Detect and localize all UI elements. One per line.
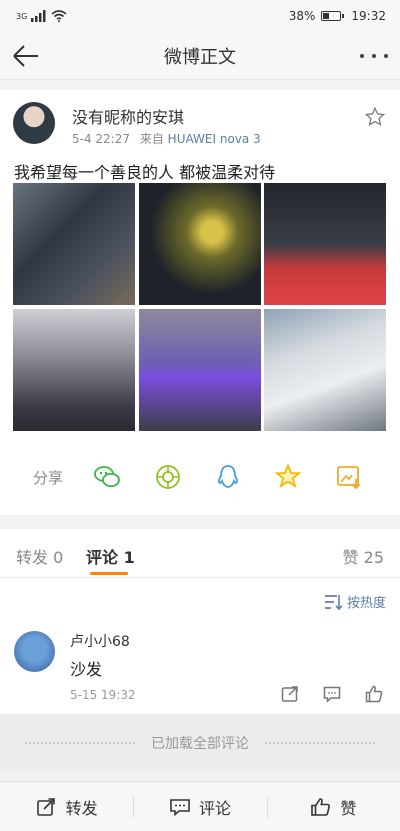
status-bar: 3G 38% 19:32 xyxy=(0,0,400,32)
sort-by-hot-button[interactable]: 按热度 xyxy=(323,592,386,611)
tab-repost[interactable]: 转发 0 xyxy=(16,544,63,568)
thumbs-up-icon xyxy=(311,797,331,816)
comment-like-icon[interactable] xyxy=(364,684,384,704)
comment-text: 沙发 xyxy=(70,660,103,679)
post-image[interactable] xyxy=(264,308,386,431)
battery-percent: 38% xyxy=(288,9,316,23)
comment-label: 评论 xyxy=(198,798,231,818)
qzone-icon[interactable] xyxy=(274,463,302,491)
repost-label: 转发 xyxy=(65,798,98,818)
commenter-avatar[interactable] xyxy=(14,631,55,672)
battery-icon xyxy=(321,11,345,21)
source-device[interactable]: HUAWEI nova 3 xyxy=(168,132,261,146)
comment-reply-icon[interactable] xyxy=(322,684,342,704)
bottom-action-bar: 转发 评论 赞 xyxy=(0,781,400,831)
source-prefix: 来自 xyxy=(139,132,164,146)
repost-icon xyxy=(36,797,55,816)
post-date: 5-4 22:27 xyxy=(72,132,130,146)
save-image-icon[interactable] xyxy=(335,463,363,491)
signal-icon xyxy=(31,10,46,22)
sort-label: 按热度 xyxy=(346,596,386,611)
post-image[interactable] xyxy=(138,308,261,431)
favorite-star-icon[interactable] xyxy=(364,106,386,128)
network-type: 3G xyxy=(16,11,28,21)
author-name[interactable]: 没有昵称的安琪 xyxy=(72,104,184,128)
clock: 19:32 xyxy=(351,9,386,23)
divider-dots-left xyxy=(25,742,135,744)
nav-header: 微博正文 xyxy=(0,32,400,80)
commenter-name[interactable]: 卢小小68 xyxy=(70,631,130,651)
share-label: 分享 xyxy=(33,469,64,487)
status-right: 38% 19:32 xyxy=(289,9,386,23)
post-image[interactable] xyxy=(264,183,386,305)
comment-button[interactable]: 评论 xyxy=(133,782,266,831)
tab-like[interactable]: 赞 25 xyxy=(343,544,384,568)
post-card: 没有昵称的安琪 5-4 22:27 来自 HUAWEI nova 3 我希望每一… xyxy=(0,90,400,515)
moments-icon[interactable] xyxy=(154,463,182,491)
like-label: 赞 xyxy=(340,798,357,818)
wechat-icon[interactable] xyxy=(93,463,121,491)
comment-icon xyxy=(170,798,190,816)
more-options-icon[interactable] xyxy=(360,46,388,66)
post-text: 我希望每一个善良的人 都被温柔对待 xyxy=(14,163,276,182)
wifi-icon xyxy=(51,10,67,22)
back-arrow-icon[interactable] xyxy=(10,42,40,70)
tab-comment[interactable]: 评论 1 xyxy=(86,544,135,568)
post-tabs: 转发 0 评论 1 赞 25 xyxy=(0,529,400,578)
author-avatar[interactable] xyxy=(13,102,55,144)
active-tab-indicator xyxy=(90,572,128,575)
share-bar: 分享 xyxy=(0,455,400,499)
post-image[interactable] xyxy=(138,183,261,305)
post-image[interactable] xyxy=(13,183,135,305)
repost-button[interactable]: 转发 xyxy=(0,782,133,831)
all-comments-loaded-footer: 已加载全部评论 xyxy=(0,714,400,772)
divider-dots-right xyxy=(265,742,375,744)
comment-share-icon[interactable] xyxy=(280,684,300,704)
post-meta: 5-4 22:27 来自 HUAWEI nova 3 xyxy=(72,130,261,147)
qq-icon[interactable] xyxy=(214,463,242,491)
comment-time: 5-15 19:32 xyxy=(70,688,136,702)
sort-icon xyxy=(324,594,343,610)
like-button[interactable]: 赞 xyxy=(266,782,400,831)
page-title: 微博正文 xyxy=(164,46,236,68)
comment-list: 按热度 卢小小68 沙发 5-15 19:32 xyxy=(0,578,400,714)
loaded-all-text: 已加载全部评论 xyxy=(151,736,249,752)
signal-area: 3G xyxy=(16,10,67,22)
image-grid xyxy=(13,183,386,431)
post-image[interactable] xyxy=(13,308,135,431)
